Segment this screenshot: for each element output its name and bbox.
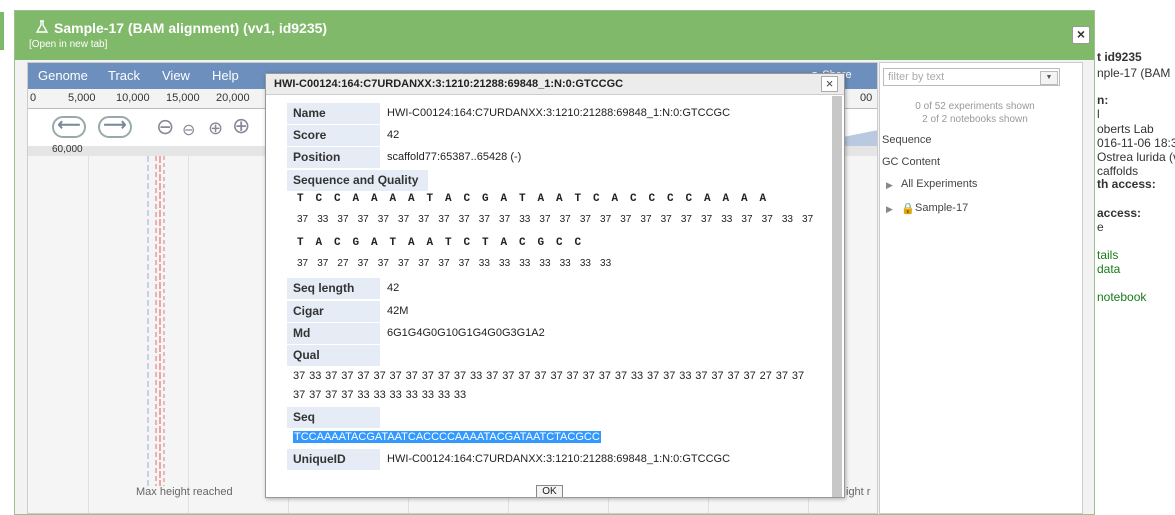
modal-header: HWI-C00124:164:C7URDANXX:3:1210:21288:69… <box>266 74 844 95</box>
filter-input[interactable]: filter by text <box>883 68 1060 86</box>
arrow-left-icon: ⟵ <box>57 117 81 134</box>
ruler-tick: 0 <box>30 92 37 104</box>
max-height-label: Max height reached <box>136 486 233 498</box>
background-page-details: t id9235 nple-17 (BAM n: l oberts Lab 01… <box>1095 0 1175 515</box>
position-label: Position <box>287 147 380 168</box>
bg-link-notebook[interactable]: notebook <box>1097 290 1146 304</box>
ruler-tick: 15,000 <box>166 92 200 104</box>
chevron-down-icon[interactable]: ▼ <box>1040 71 1058 85</box>
expand-triangle-icon[interactable]: ▶ <box>886 204 893 215</box>
background-tab <box>0 12 4 50</box>
bg-line: oberts Lab <box>1097 122 1154 136</box>
sequence-row-2: TACGATAATCTACGCC <box>297 237 594 249</box>
ruler-tick: 5,000 <box>68 92 96 104</box>
ok-button[interactable]: OK <box>536 485 563 497</box>
grid-line <box>188 156 189 513</box>
bg-line: n: <box>1097 93 1109 107</box>
quality-row-1: 37 33 37 37 37 37 37 37 37 37 37 33 37 3… <box>297 214 814 225</box>
bg-link-details[interactable]: tails <box>1097 248 1118 262</box>
sequence-row-1: TCCAAAATACGATAATCACCCCAAAA <box>297 193 779 205</box>
seq-label: Seq <box>287 407 380 428</box>
read-column <box>163 156 165 486</box>
cigar-value: 42M <box>387 305 409 317</box>
dialog-title: Sample-17 (BAM alignment) (vv1, id9235) <box>34 19 327 36</box>
cigar-label: Cigar <box>287 301 380 322</box>
menu-view[interactable]: View <box>162 68 190 83</box>
unique-id-value: HWI-C00124:164:C7URDANXX:3:1210:21288:69… <box>387 453 731 465</box>
expand-triangle-icon[interactable]: ▶ <box>886 180 893 191</box>
bg-line: Ostrea lurida (v <box>1097 150 1175 164</box>
arrow-right-icon: ⟶ <box>103 117 127 134</box>
ruler-tick: 10,000 <box>116 92 150 104</box>
dialog-close-button[interactable]: × <box>1072 26 1090 44</box>
zoom-in-icon[interactable]: ⊕ <box>208 119 223 137</box>
max-height-label-right: ight r <box>846 486 871 498</box>
zoom-in-big-icon[interactable]: ⊕ <box>232 115 250 137</box>
ruler-tick: 00 <box>860 92 873 104</box>
menu-help[interactable]: Help <box>212 68 239 83</box>
notebooks-count: 2 of 2 notebooks shown <box>922 114 1028 125</box>
tree-item-sample-17[interactable]: Sample-17 <box>915 202 968 214</box>
modal-close-button[interactable]: × <box>821 76 838 92</box>
read-details-modal: HWI-C00124:164:C7URDANXX:3:1210:21288:69… <box>265 73 845 498</box>
bg-line: access: <box>1097 206 1142 220</box>
experiments-count: 0 of 52 experiments shown <box>915 101 1035 112</box>
tree-item-all-experiments[interactable]: All Experiments <box>901 178 977 190</box>
menu-genome[interactable]: Genome <box>38 68 88 83</box>
zoom-out-big-icon[interactable]: ⊖ <box>156 116 174 138</box>
track-category-sequence[interactable]: Sequence <box>882 134 932 146</box>
seq-length-value: 42 <box>387 282 400 294</box>
dialog-title-text: Sample-17 (BAM alignment) (vv1, id9235) <box>54 20 328 36</box>
modal-title: HWI-C00124:164:C7URDANXX:3:1210:21288:69… <box>274 78 624 90</box>
name-value: HWI-C00124:164:C7URDANXX:3:1210:21288:69… <box>387 107 731 119</box>
bg-line: nple-17 (BAM <box>1097 66 1171 80</box>
qual-label: Qual <box>287 345 380 366</box>
dialog-header: Sample-17 (BAM alignment) (vv1, id9235) … <box>15 11 1094 60</box>
position-value: scaffold77:65387..65428 (-) <box>387 151 522 163</box>
ruler-tick: 20,000 <box>216 92 250 104</box>
bg-line: 016-11-06 18:3 <box>1097 136 1175 150</box>
quality-row-2: 37 37 27 37 37 37 37 37 37 33 33 33 33 3… <box>297 258 612 269</box>
track-selector-panel: filter by text ▼ 0 of 52 experiments sho… <box>879 62 1083 514</box>
read-column <box>147 156 149 486</box>
track-category-gc-content[interactable]: GC Content <box>882 156 940 168</box>
flask-icon <box>35 20 49 33</box>
zoom-out-icon[interactable]: ⊖ <box>182 122 195 140</box>
pan-left-button[interactable]: ⟵ <box>52 116 86 138</box>
bg-link-data[interactable]: data <box>1097 262 1120 276</box>
grid-line <box>88 156 89 513</box>
open-in-new-tab-link[interactable]: [Open in new tab] <box>29 39 107 50</box>
score-value: 42 <box>387 129 400 141</box>
qual-value: 37 33 37 37 37 37 37 37 37 37 37 33 37 3… <box>293 370 805 401</box>
menu-track[interactable]: Track <box>108 68 140 83</box>
bg-line: l <box>1097 107 1100 121</box>
pan-right-button[interactable]: ⟶ <box>98 116 132 138</box>
md-label: Md <box>287 323 380 344</box>
bg-line: caffolds <box>1097 164 1139 178</box>
unique-id-label: UniqueID <box>287 449 380 470</box>
bg-title-line: t id9235 <box>1097 50 1142 64</box>
lock-icon: 🔒 <box>901 203 915 215</box>
name-label: Name <box>287 103 380 124</box>
seq-value-selected[interactable]: TCCAAAATACGATAATCACCCCAAAATACGATAATCTACG… <box>293 431 601 443</box>
overview-tick: 60,000 <box>52 144 83 155</box>
modal-scrollbar[interactable] <box>832 96 842 497</box>
sequence-quality-label: Sequence and Quality <box>287 170 428 191</box>
score-label: Score <box>287 125 380 146</box>
md-value: 6G1G4G0G10G1G4G0G3G1A2 <box>387 327 545 339</box>
read-column <box>159 156 161 486</box>
bg-line: th access: <box>1097 177 1156 191</box>
read-column <box>155 156 157 486</box>
seq-length-label: Seq length <box>287 278 380 299</box>
bg-line: e <box>1097 220 1104 234</box>
